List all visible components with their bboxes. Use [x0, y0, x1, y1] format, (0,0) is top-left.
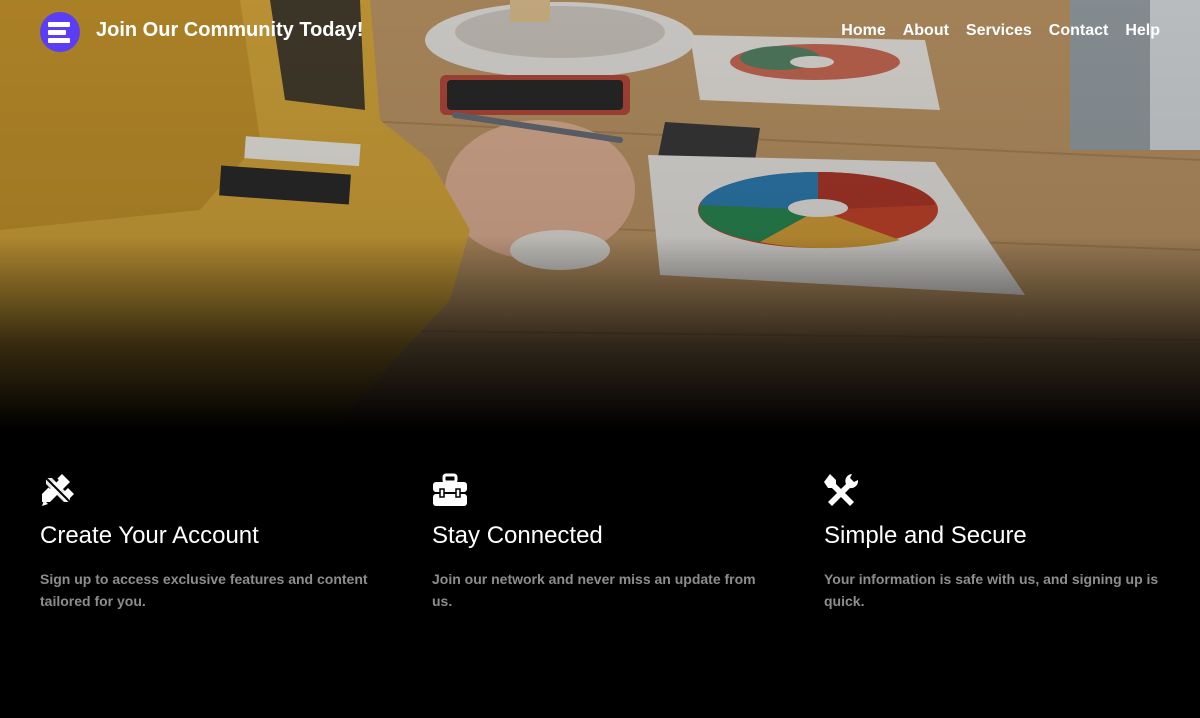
hero-overlay [0, 0, 1200, 430]
nav-link-about[interactable]: About [903, 22, 949, 40]
toolbox-icon [433, 473, 467, 506]
site-title: Join Our Community Today! [96, 19, 364, 41]
main-nav: Home About Services Contact Help [841, 22, 1160, 40]
nav-link-contact[interactable]: Contact [1049, 22, 1109, 40]
nav-link-home[interactable]: Home [841, 22, 885, 40]
nav-link-services[interactable]: Services [966, 22, 1032, 40]
feature-create-account: Create Your Account Sign up to access ex… [40, 472, 376, 612]
site-logo[interactable] [40, 12, 80, 52]
tools-icon [824, 474, 859, 506]
features-section: Create Your Account Sign up to access ex… [40, 472, 1160, 612]
site-header: Join Our Community Today! Home About Ser… [0, 0, 1200, 64]
pencil-ruler-icon [42, 474, 74, 506]
feature-title: Simple and Secure [824, 522, 1027, 549]
feature-description: Sign up to access exclusive features and… [40, 571, 368, 609]
feature-stay-connected: Stay Connected Join our network and neve… [432, 472, 768, 612]
stacked-bars-logo-icon [48, 22, 70, 43]
nav-link-help[interactable]: Help [1125, 22, 1160, 40]
feature-simple-secure: Simple and Secure Your information is sa… [824, 472, 1160, 612]
feature-title: Create Your Account [40, 522, 259, 549]
feature-title: Stay Connected [432, 522, 603, 549]
hero-image [0, 0, 1200, 430]
feature-description: Join our network and never miss an updat… [432, 571, 756, 609]
feature-description: Your information is safe with us, and si… [824, 571, 1159, 609]
